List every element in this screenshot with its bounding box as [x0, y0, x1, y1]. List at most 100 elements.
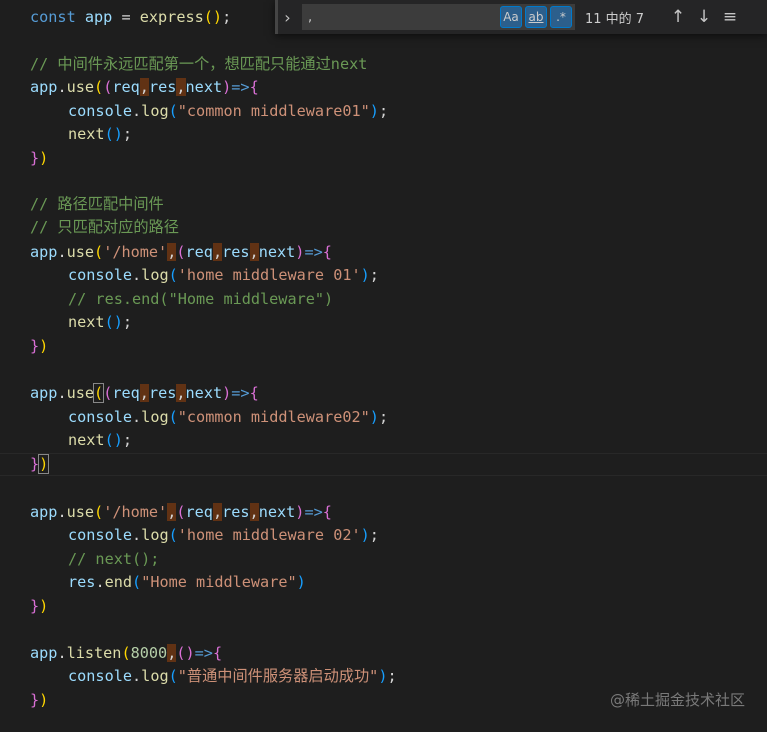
bracket: )	[360, 526, 370, 544]
code-line[interactable]: console.log("common middleware02");	[30, 406, 388, 430]
identifier: app	[30, 644, 58, 662]
code-comment[interactable]: // 只匹配对应的路径	[30, 216, 179, 240]
semicolon: ;	[369, 266, 379, 284]
toggle-replace-chevron-icon[interactable]: ›	[275, 0, 297, 34]
find-input[interactable]	[302, 4, 500, 30]
whole-word-toggle[interactable]: ab	[525, 6, 547, 28]
arrow: =>	[194, 644, 213, 662]
function-name: next	[68, 125, 105, 143]
search-match: ,	[212, 243, 223, 261]
arrow: =>	[304, 503, 323, 521]
code-line[interactable]: next();	[30, 123, 132, 147]
param: next	[185, 78, 223, 96]
code-line[interactable]: })	[30, 689, 48, 713]
find-widget: › Aa ab .* 11 中的 7 ↑ ↓ ≡	[275, 0, 767, 34]
bracket: )	[39, 337, 49, 355]
code-line[interactable]: console.log("普通中间件服务器启动成功");	[30, 665, 397, 689]
code-line[interactable]: })	[30, 335, 48, 359]
regex-toggle[interactable]: .*	[550, 6, 572, 28]
dot: .	[57, 384, 67, 402]
bracket: (	[168, 408, 178, 426]
dot: .	[57, 78, 67, 96]
param: res	[222, 243, 250, 261]
code-line[interactable]: next();	[30, 311, 132, 335]
dot: .	[57, 644, 67, 662]
semicolon: ;	[122, 313, 133, 331]
param: next	[258, 243, 296, 261]
string: "common middleware01"	[177, 102, 370, 120]
function-name: express	[139, 8, 204, 26]
code-comment[interactable]: // 中间件永远匹配第一个，想匹配只能通过next	[30, 53, 367, 77]
param: res	[148, 384, 177, 402]
dot: .	[132, 408, 142, 426]
dot: .	[95, 573, 105, 591]
function-name: next	[68, 313, 105, 331]
search-match: ,	[167, 503, 177, 521]
identifier: console	[68, 526, 133, 544]
semicolon: ;	[122, 431, 133, 449]
semicolon: ;	[369, 526, 379, 544]
code-line[interactable]: app.listen(8000,()=>{	[30, 642, 222, 666]
code-comment[interactable]: // 路径匹配中间件	[30, 193, 164, 217]
bracket: ()	[104, 125, 123, 143]
bracket: )	[369, 102, 379, 120]
string: "Home middleware"	[141, 573, 297, 591]
bracket: {	[322, 243, 332, 261]
code-line[interactable]: console.log('home middleware 02');	[30, 524, 379, 548]
code-line[interactable]: console.log("common middleware01");	[30, 100, 388, 124]
semicolon: ;	[378, 102, 389, 120]
method-name: log	[141, 102, 169, 120]
code-line[interactable]: app.use('/home',(req,res,next)=>{	[30, 501, 332, 525]
identifier: app	[84, 8, 113, 26]
comment-text: // res.end("Home middleware")	[68, 290, 334, 308]
bracket: (	[132, 573, 142, 591]
code-editor[interactable]: const app = express(); // 中间件永远匹配第一个，想匹配…	[0, 0, 767, 732]
method-name: log	[141, 667, 169, 685]
bracket: (	[176, 503, 186, 521]
code-line[interactable]: app.use((req,res,next)=>{	[30, 382, 259, 406]
bracket: )	[222, 78, 232, 96]
next-match-arrow-down-icon[interactable]: ↓	[691, 4, 717, 30]
arrow: =>	[231, 384, 250, 402]
match-count: 11 中的 7	[585, 11, 645, 27]
bracket: (	[168, 102, 178, 120]
code-line[interactable]: })	[30, 453, 50, 477]
method-name: end	[104, 573, 133, 591]
bracket: )	[39, 149, 49, 167]
bracket: )	[39, 597, 49, 615]
string: '/home'	[103, 243, 168, 261]
identifier: app	[30, 243, 58, 261]
code-line[interactable]: res.end("Home middleware")	[30, 571, 306, 595]
code-comment[interactable]: // res.end("Home middleware")	[30, 288, 333, 312]
semicolon: ;	[378, 408, 389, 426]
number: 8000	[130, 644, 168, 662]
operator: =	[112, 8, 140, 26]
code-comment[interactable]: // next();	[30, 548, 159, 572]
param: res	[148, 78, 177, 96]
semicolon: ;	[222, 8, 232, 26]
find-in-selection-menu-icon[interactable]: ≡	[717, 4, 743, 30]
match-case-toggle[interactable]: Aa	[500, 6, 522, 28]
code-line[interactable]: app.use((req,res,next)=>{	[30, 76, 259, 100]
bracket: (	[103, 384, 113, 402]
bracket: ()	[104, 431, 123, 449]
code-line[interactable]: })	[30, 147, 48, 171]
method-name: use	[66, 243, 95, 261]
code-line[interactable]: const app = express();	[30, 6, 231, 30]
bracket: )	[38, 454, 50, 474]
search-match: ,	[167, 644, 177, 662]
search-match: ,	[176, 384, 186, 402]
string: "common middleware02"	[177, 408, 370, 426]
previous-match-arrow-up-icon[interactable]: ↑	[665, 4, 691, 30]
search-match: ,	[167, 243, 177, 261]
code-line[interactable]: app.use('/home',(req,res,next)=>{	[30, 241, 332, 265]
arrow: =>	[231, 78, 250, 96]
code-line[interactable]: })	[30, 595, 48, 619]
code-line[interactable]: next();	[30, 429, 132, 453]
bracket: {	[322, 503, 332, 521]
code-line[interactable]: console.log('home middleware 01');	[30, 264, 379, 288]
comment-text: // next();	[68, 550, 160, 568]
identifier: app	[30, 384, 58, 402]
bracket: (	[94, 78, 104, 96]
arrow: =>	[304, 243, 323, 261]
